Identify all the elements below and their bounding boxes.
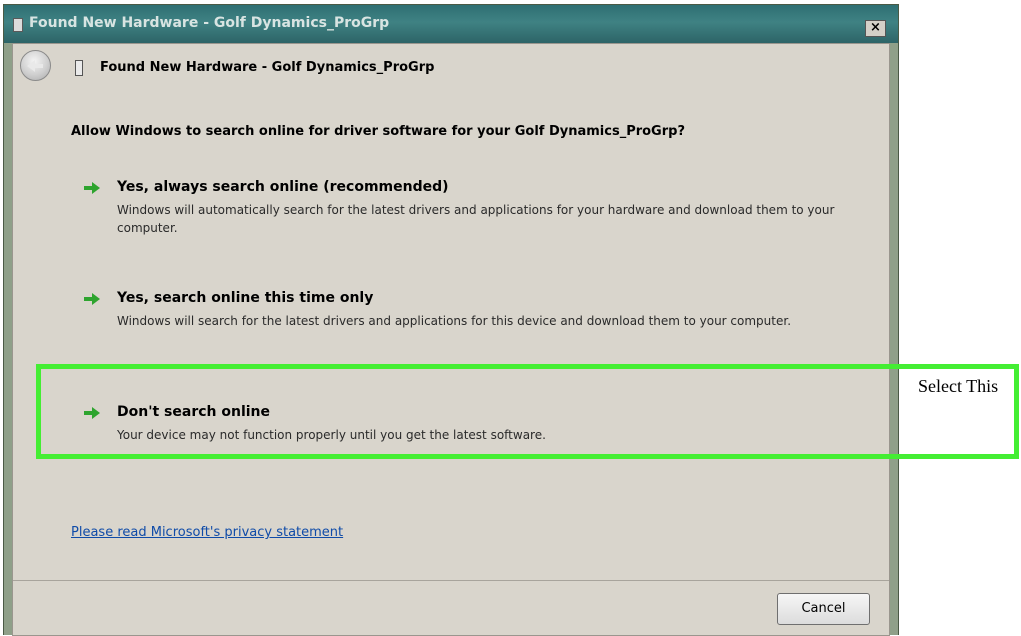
dialog-body: Found New Hardware - Golf Dynamics_ProGr… <box>12 43 890 636</box>
green-arrow-icon <box>84 293 100 305</box>
annotation-note: Select This <box>918 376 999 396</box>
green-arrow-icon <box>84 182 100 194</box>
dialog-window: Found New Hardware - Golf Dynamics_ProGr… <box>3 4 899 636</box>
privacy-statement-link[interactable]: Please read Microsoft's privacy statemen… <box>71 525 343 540</box>
option-title: Yes, search online this time only <box>117 290 374 306</box>
back-button[interactable] <box>20 50 51 81</box>
hardware-icon <box>13 18 23 32</box>
cancel-button[interactable]: Cancel <box>777 593 870 625</box>
dialog-header-title: Found New Hardware - Golf Dynamics_ProGr… <box>100 60 435 75</box>
window-title: Found New Hardware - Golf Dynamics_ProGr… <box>29 15 390 31</box>
close-button[interactable]: × <box>865 20 886 37</box>
option-title: Yes, always search online (recommended) <box>117 179 449 195</box>
prompt-question: Allow Windows to search online for drive… <box>71 124 685 139</box>
option-description: Windows will automatically search for th… <box>117 203 835 235</box>
option-description: Windows will search for the latest drive… <box>117 314 792 328</box>
footer-divider <box>13 580 889 581</box>
hardware-icon <box>75 60 83 76</box>
annotation-highlight-box <box>36 364 1019 459</box>
title-bar[interactable]: Found New Hardware - Golf Dynamics_ProGr… <box>4 5 898 43</box>
